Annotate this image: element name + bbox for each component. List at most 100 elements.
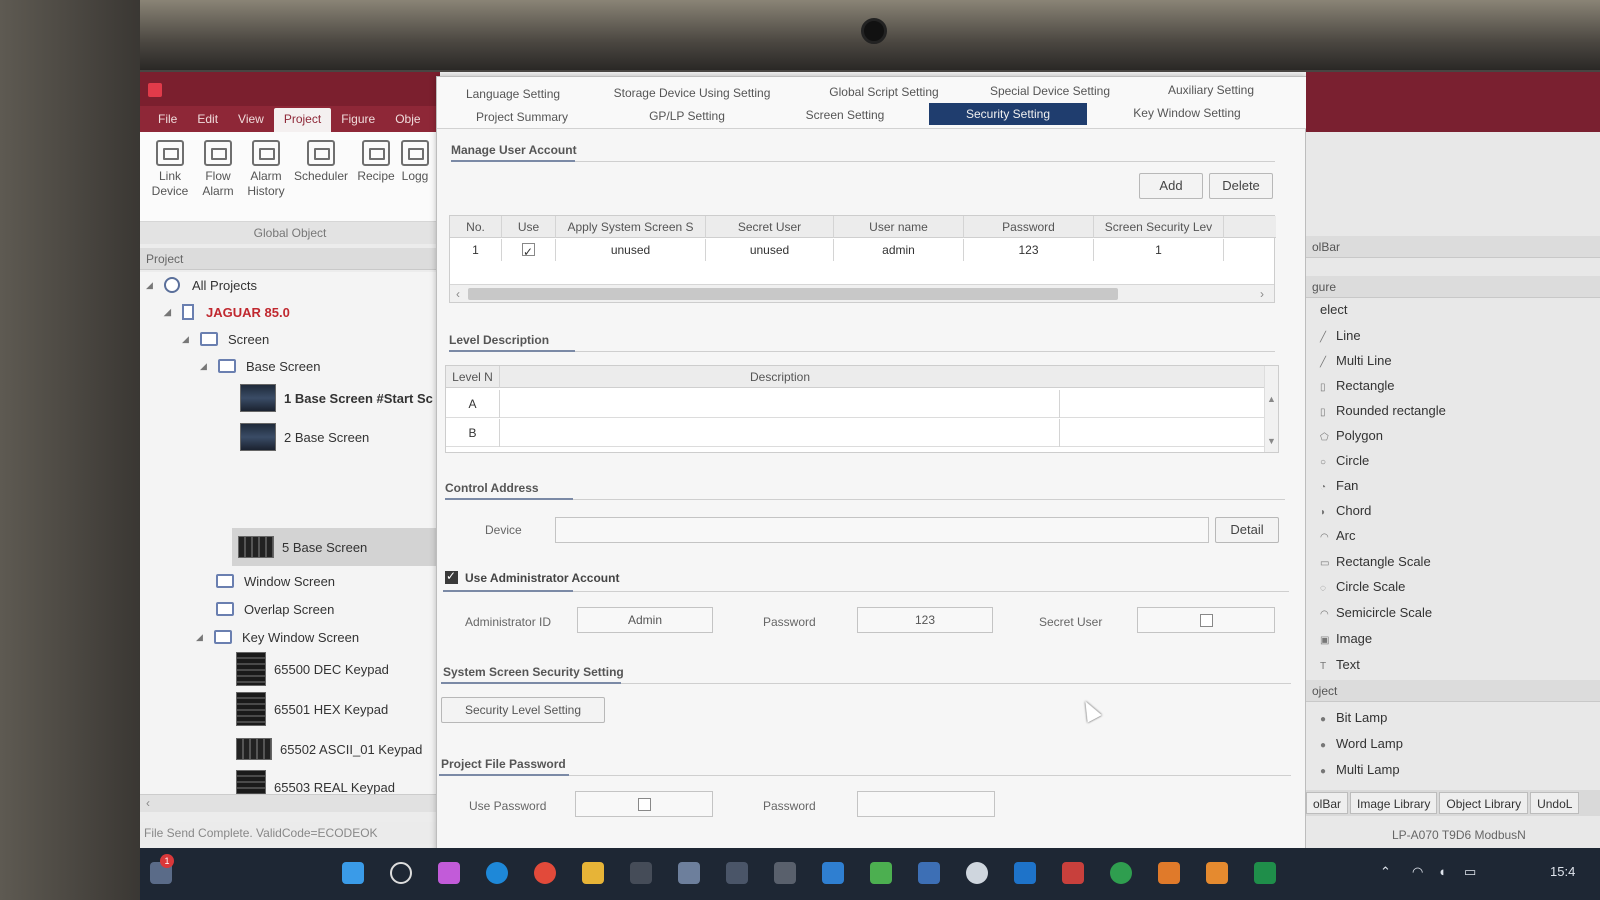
figure-section-header[interactable]: gure [1306, 276, 1600, 298]
wifi-icon[interactable]: ◠ [1412, 864, 1423, 880]
tree-item-window-screen[interactable]: Window Screen [216, 568, 335, 594]
file-explorer-icon[interactable] [582, 862, 604, 884]
flow-alarm-button[interactable]: Flow Alarm [194, 140, 242, 221]
tia-portal-icon[interactable] [726, 862, 748, 884]
detail-button[interactable]: Detail [1215, 517, 1279, 543]
menu-file[interactable]: File [148, 108, 187, 132]
object-item-bit-lamp[interactable]: ● Bit Lamp [1320, 706, 1387, 730]
tab-language-setting[interactable]: Language Setting [457, 83, 569, 105]
admin-password-field[interactable]: 123 [857, 607, 993, 633]
collapse-icon[interactable]: ◢ [146, 280, 156, 291]
delete-user-button[interactable]: Delete [1209, 173, 1273, 199]
start-icon[interactable] [342, 862, 364, 884]
pdf-icon[interactable] [1062, 862, 1084, 884]
tree-item-all-projects[interactable]: ◢ All Projects [146, 272, 257, 298]
tree-item-key-window-screen[interactable]: ◢ Key Window Screen [196, 624, 359, 650]
collapse-icon[interactable]: ◢ [196, 632, 206, 643]
file-password-field[interactable] [857, 791, 995, 817]
tab-undo-list[interactable]: UndoL [1530, 792, 1580, 814]
use-password-checkbox[interactable] [638, 798, 651, 811]
figure-item-rectangle-scale[interactable]: ▭ Rectangle Scale [1320, 550, 1431, 574]
cell-user-name[interactable]: admin [834, 239, 964, 261]
figure-item-chord[interactable]: ◗ Chord [1320, 499, 1371, 523]
link-device-button[interactable]: Link Device [146, 140, 194, 221]
ai-app-icon[interactable] [918, 862, 940, 884]
tree-item-screen[interactable]: ◢ Screen [182, 326, 269, 352]
cell-secret-user[interactable]: unused [706, 239, 834, 261]
cell-apply-system-screen[interactable]: unused [556, 239, 706, 261]
chrome-icon[interactable] [534, 862, 556, 884]
tree-item-project[interactable]: ◢ JAGUAR 85.0 [164, 299, 290, 325]
tree-item-keypad-65502[interactable]: 65502 ASCII_01 Keypad [236, 736, 422, 762]
tree-horizontal-scrollbar[interactable]: ‹ [140, 794, 440, 812]
tree-item-base-screen-5[interactable]: 5 Base Screen [238, 534, 367, 560]
figure-item-text[interactable]: T Text [1320, 653, 1360, 677]
whatsapp-icon[interactable] [1110, 862, 1132, 884]
tree-item-base-screen[interactable]: ◢ Base Screen [200, 353, 320, 379]
figure-item-circle-scale[interactable]: ◌ Circle Scale [1320, 575, 1405, 599]
figure-item-image[interactable]: ▣ Image [1320, 627, 1372, 651]
table-row[interactable]: 1 unused unused admin 123 1 [450, 239, 1276, 263]
notes-icon[interactable] [1206, 862, 1228, 884]
collapse-icon[interactable]: ◢ [164, 307, 174, 318]
copilot-icon[interactable] [438, 862, 460, 884]
tab-gp-lp-setting[interactable]: GP/LP Setting [637, 105, 737, 127]
scroll-thumb[interactable] [468, 288, 1118, 300]
figure-item-rounded-rectangle[interactable]: ▯ Rounded rectangle [1320, 399, 1446, 423]
menu-view[interactable]: View [228, 108, 274, 132]
hmi-editor-icon[interactable] [1158, 862, 1180, 884]
search-icon[interactable] [390, 862, 412, 884]
tab-image-library[interactable]: Image Library [1350, 792, 1438, 814]
table-vertical-scrollbar[interactable]: ▲ ▼ [1264, 366, 1278, 452]
table-row[interactable]: A [446, 390, 1264, 418]
tree-item-base-screen-1[interactable]: 1 Base Screen #Start Sc [240, 384, 433, 412]
figure-item-circle[interactable]: ○ Circle [1320, 449, 1369, 473]
menu-project[interactable]: Project [273, 108, 332, 132]
figure-item-multi-line[interactable]: ╱ Multi Line [1320, 349, 1392, 373]
tab-special-device-setting[interactable]: Special Device Setting [985, 80, 1115, 102]
terminal-icon[interactable] [630, 862, 652, 884]
tray-overflow-icon[interactable]: ⌃ [1380, 864, 1391, 880]
tab-object-library[interactable]: Object Library [1439, 792, 1529, 814]
tab-key-window-setting[interactable]: Key Window Setting [1117, 102, 1257, 124]
network-app-icon[interactable] [966, 862, 988, 884]
cell-password[interactable]: 123 [964, 239, 1094, 261]
figure-item-rectangle[interactable]: ▯ Rectangle [1320, 374, 1395, 398]
figure-item-polygon[interactable]: ⬠ Polygon [1320, 424, 1383, 448]
admin-id-field[interactable]: Admin [577, 607, 713, 633]
cell-security-level[interactable]: 1 [1094, 239, 1224, 261]
edge-icon[interactable] [486, 862, 508, 884]
figure-item-semicircle-scale[interactable]: ◠ Semicircle Scale [1320, 601, 1432, 625]
use-admin-account-checkbox[interactable] [445, 569, 458, 584]
tree-item-overlap-screen[interactable]: Overlap Screen [216, 596, 334, 622]
battery-icon[interactable]: ▭ [1464, 864, 1476, 880]
scroll-left-icon[interactable]: ‹ [456, 287, 460, 301]
figure-item-arc[interactable]: ◠ Arc [1320, 524, 1356, 548]
menu-object[interactable]: Obje [385, 108, 430, 132]
app-icon[interactable] [822, 862, 844, 884]
alarm-history-button[interactable]: Alarm History [242, 140, 290, 221]
tree-item-keypad-65501[interactable]: 65501 HEX Keypad [236, 692, 388, 726]
cell-description[interactable] [500, 390, 1060, 418]
collapse-icon[interactable]: ◢ [200, 361, 210, 372]
cell-description[interactable] [500, 419, 1060, 447]
scroll-right-icon[interactable]: › [1260, 287, 1264, 301]
figure-item-line[interactable]: ╱ Line [1320, 324, 1361, 348]
scroll-left-icon[interactable]: ‹ [146, 796, 150, 810]
device-address-field[interactable] [555, 517, 1209, 543]
scroll-down-icon[interactable]: ▼ [1267, 436, 1276, 446]
menu-edit[interactable]: Edit [187, 108, 228, 132]
scroll-up-icon[interactable]: ▲ [1267, 394, 1276, 404]
toolbar-panel-header[interactable]: olBar [1306, 236, 1600, 258]
calculator-icon[interactable] [678, 862, 700, 884]
collapse-icon[interactable]: ◢ [182, 334, 192, 345]
tab-global-script-setting[interactable]: Global Script Setting [821, 81, 947, 103]
scheduler-button[interactable]: Scheduler [290, 140, 352, 221]
tab-security-setting[interactable]: Security Setting [929, 103, 1087, 125]
tab-project-summary[interactable]: Project Summary [467, 106, 577, 128]
tab-storage-device-setting[interactable]: Storage Device Using Setting [607, 82, 777, 104]
figure-item-fan[interactable]: ◔ Fan [1320, 474, 1358, 498]
use-checkbox[interactable] [522, 241, 535, 261]
excel-icon[interactable] [1254, 862, 1276, 884]
table-horizontal-scrollbar[interactable]: ‹ › [450, 284, 1274, 302]
